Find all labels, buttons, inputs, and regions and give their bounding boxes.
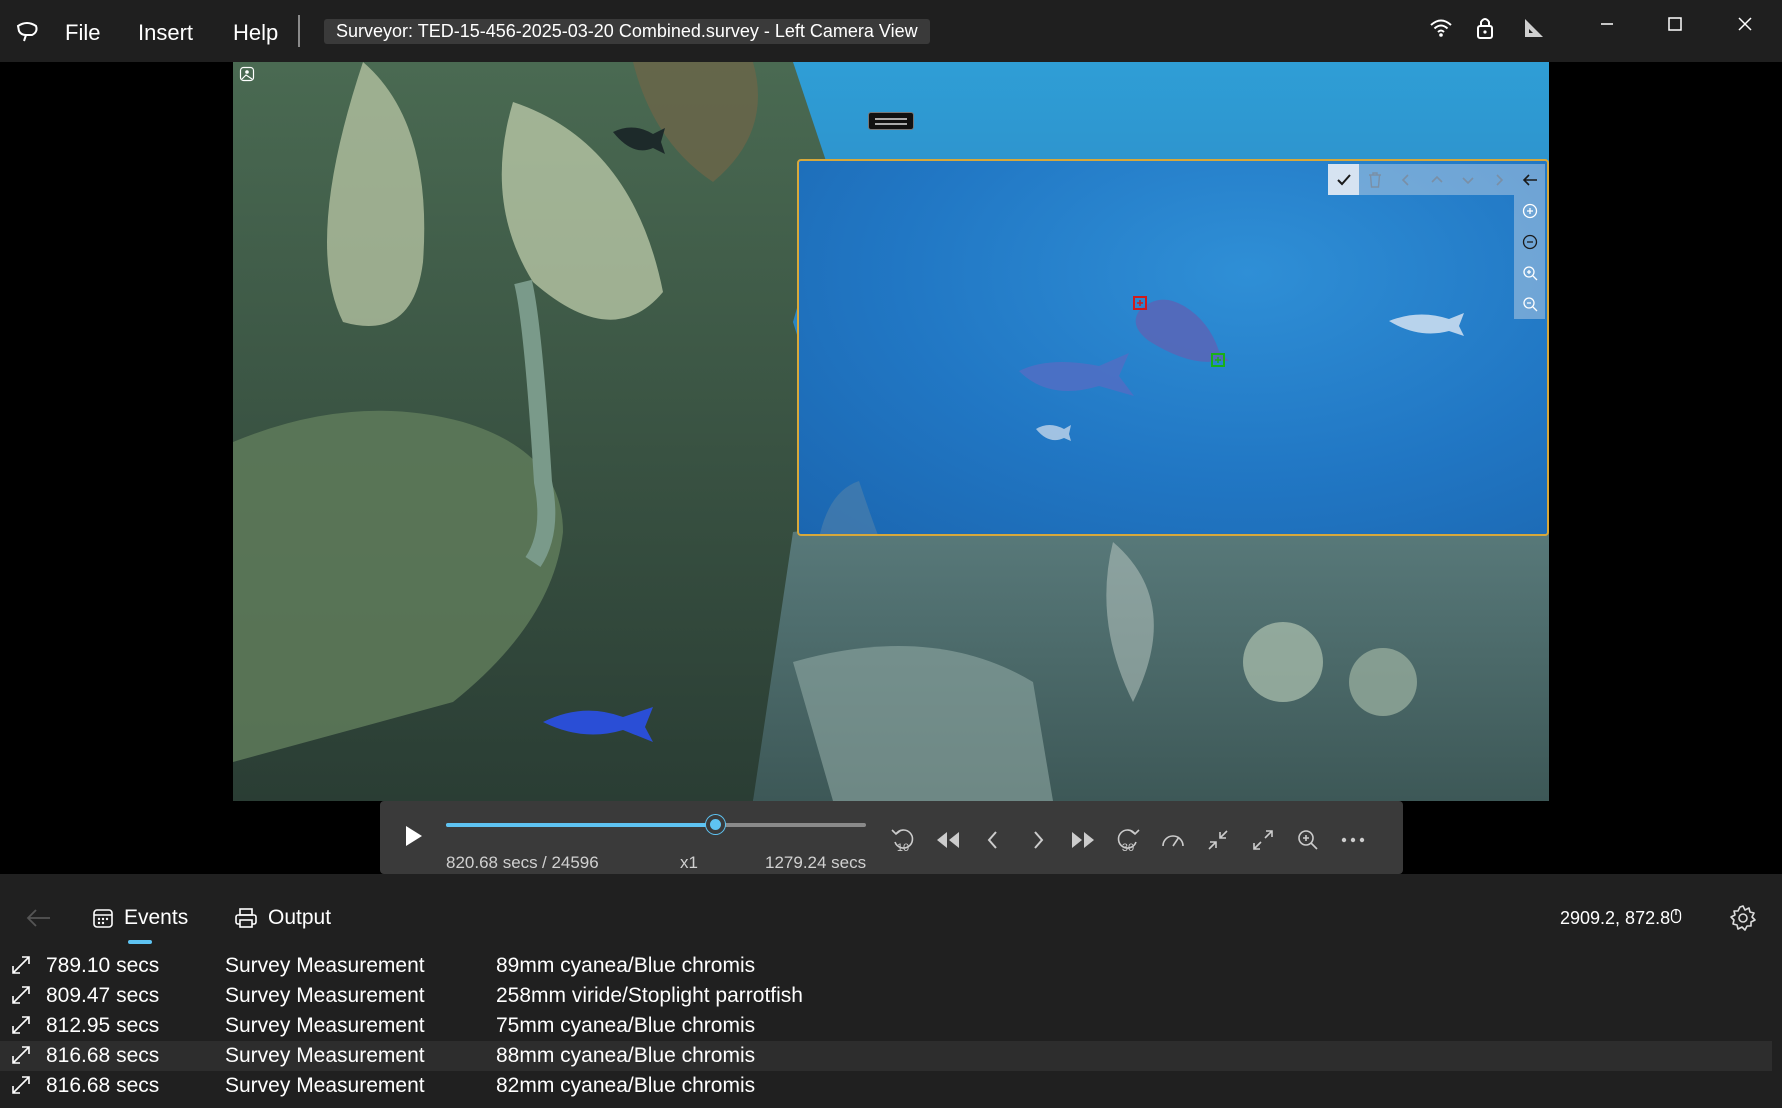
panel-tabs-row: Events Output 2909.2, 872.8: [0, 874, 1782, 954]
table-row[interactable]: 809.47 secs Survey Measurement 258mm virid…: [0, 981, 1772, 1011]
menu-file[interactable]: File: [65, 20, 100, 46]
chevron-up-icon[interactable]: [1421, 164, 1452, 195]
title-bar: File Insert Help Surveyor: TED-15-456-20…: [0, 0, 1782, 62]
frame-count: / 24596: [542, 853, 599, 872]
close-icon[interactable]: [1722, 6, 1768, 42]
timeline-slider[interactable]: [446, 815, 866, 834]
table-row[interactable]: 812.95 secs Survey Measurement 75mm cyanea…: [0, 1011, 1772, 1041]
coords-value: 2909.2, 872.8: [1560, 908, 1671, 928]
menu-divider: [298, 15, 300, 47]
measurement-diagonal-icon: [12, 1016, 30, 1034]
check-icon[interactable]: [1328, 164, 1359, 195]
measurement-diagonal-icon: [12, 956, 30, 974]
cursor-coordinates: 2909.2, 872.8: [1560, 908, 1682, 929]
event-type: Survey Measurement: [225, 1014, 425, 1037]
event-description: 82mm cyanea/Blue chromis: [496, 1074, 756, 1097]
table-row[interactable]: 789.10 secs Survey Measurement 89mm cyanea…: [0, 954, 1772, 981]
wifi-icon[interactable]: [1425, 12, 1457, 44]
event-description: 88mm cyanea/Blue chromis: [496, 1044, 756, 1067]
forward-label: 30: [1122, 842, 1134, 854]
tab-output-label: Output: [268, 906, 332, 929]
panel-drag-handle[interactable]: [868, 112, 914, 130]
table-row[interactable]: 816.68 secs Survey Measurement 88mm cyanea…: [0, 1041, 1772, 1071]
tab-events-label: Events: [124, 906, 189, 929]
zoom-toolbar: [1328, 164, 1545, 195]
zoom-in-icon[interactable]: [1514, 257, 1545, 288]
collapse-icon[interactable]: [1203, 825, 1233, 855]
tab-output[interactable]: Output: [234, 902, 331, 934]
event-time: 812.95 secs: [46, 1014, 160, 1037]
zoom-out-icon[interactable]: [1514, 288, 1545, 319]
rewind-10-icon[interactable]: 10: [888, 825, 918, 855]
window-title: Surveyor: TED-15-456-2025-03-20 Combined…: [324, 19, 930, 44]
arrow-left-icon[interactable]: [1514, 164, 1545, 195]
zoom-scene: [819, 296, 1464, 534]
total-duration: 1279.24 secs: [765, 853, 867, 872]
step-back-icon[interactable]: [978, 825, 1008, 855]
app-logo-icon: [16, 22, 38, 42]
event-time: 809.47 secs: [46, 984, 160, 1007]
measurement-diagonal-icon: [12, 1076, 30, 1094]
menu-insert[interactable]: Insert: [138, 20, 193, 46]
maximize-icon[interactable]: [1652, 6, 1698, 42]
events-list: 789.10 secs Survey Measurement 89mm cyanea…: [0, 954, 1782, 1108]
chevron-down-icon[interactable]: [1452, 164, 1483, 195]
printer-icon: [235, 908, 257, 928]
play-icon[interactable]: [398, 821, 428, 851]
measurement-diagonal-icon: [12, 1046, 30, 1064]
chevron-left-icon[interactable]: [1390, 164, 1421, 195]
table-row[interactable]: 816.68 secs Survey Measurement 82mm cyanea…: [0, 1071, 1772, 1101]
event-type: Survey Measurement: [225, 1044, 425, 1067]
ruler-triangle-icon[interactable]: [1518, 12, 1550, 44]
event-description: 75mm cyanea/Blue chromis: [496, 1014, 756, 1037]
lock-icon[interactable]: [1469, 12, 1501, 44]
event-type: Survey Measurement: [225, 1074, 425, 1097]
step-forward-icon[interactable]: [1023, 825, 1053, 855]
event-description: 258mm viride/Stoplight parrotfish: [496, 984, 803, 1007]
measurement-diagonal-icon: [12, 986, 30, 1004]
playback-speed[interactable]: x1: [680, 853, 698, 873]
event-time: 816.68 secs: [46, 1044, 160, 1067]
back-arrow-icon[interactable]: [24, 906, 52, 930]
more-options-icon[interactable]: [1338, 825, 1368, 855]
chevron-right-icon[interactable]: [1483, 164, 1514, 195]
event-time: 789.10 secs: [46, 954, 160, 977]
zoom-inset-panel[interactable]: [797, 159, 1549, 536]
trash-icon[interactable]: [1359, 164, 1390, 195]
image-icon[interactable]: [239, 66, 255, 82]
event-description: 89mm cyanea/Blue chromis: [496, 954, 756, 977]
current-time: 820.68 secs: [446, 853, 538, 872]
event-type: Survey Measurement: [225, 954, 425, 977]
expand-icon[interactable]: [1248, 825, 1278, 855]
video-area: [0, 62, 1782, 801]
zoom-side-toolbar: [1514, 195, 1545, 319]
rewind-label: 10: [897, 842, 909, 854]
event-type: Survey Measurement: [225, 984, 425, 1007]
mouse-icon: [1670, 908, 1682, 924]
timeline-thumb[interactable]: [706, 815, 726, 834]
remove-circle-icon[interactable]: [1514, 226, 1545, 257]
skip-back-icon[interactable]: [933, 825, 963, 855]
speed-gauge-icon[interactable]: [1158, 825, 1188, 855]
skip-forward-icon[interactable]: [1068, 825, 1098, 855]
active-tab-indicator: [128, 940, 152, 944]
menu-help[interactable]: Help: [233, 20, 278, 46]
timeline-progress: [446, 823, 716, 827]
event-time: 816.68 secs: [46, 1074, 160, 1097]
gear-icon[interactable]: [1729, 904, 1757, 932]
magnify-icon[interactable]: [1293, 825, 1323, 855]
minimize-icon[interactable]: [1584, 6, 1630, 42]
forward-30-icon[interactable]: 30: [1113, 825, 1143, 855]
tab-events[interactable]: Events: [92, 902, 188, 934]
add-circle-icon[interactable]: [1514, 195, 1545, 226]
calendar-icon: [93, 909, 113, 928]
playback-controls: 820.68 secs / 24596 x1 1279.24 secs 10 3…: [380, 801, 1403, 874]
